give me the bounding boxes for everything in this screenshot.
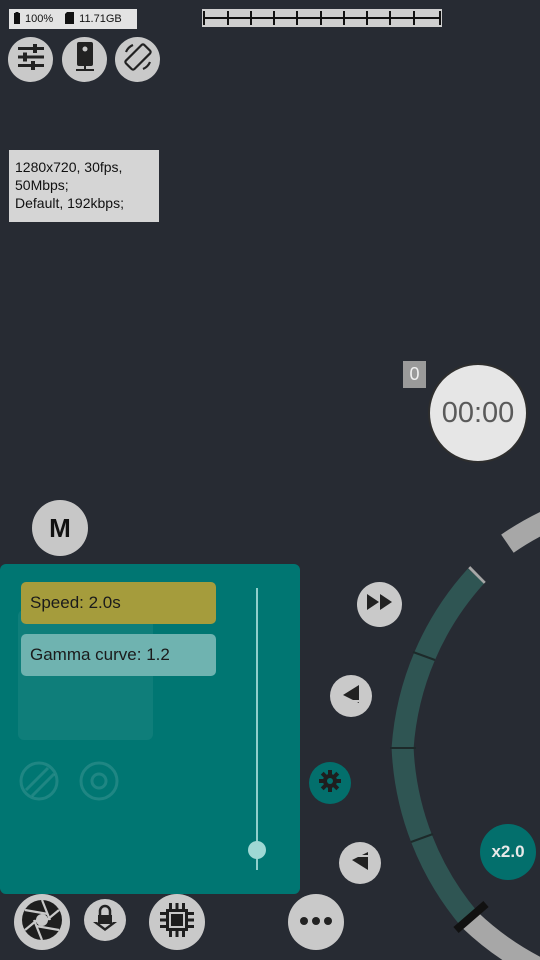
lock-download-icon: [91, 904, 119, 937]
fast-forward-button[interactable]: [357, 582, 402, 627]
gear-icon: [319, 769, 341, 797]
panel-slider-thumb[interactable]: [248, 841, 266, 859]
triangle-up-icon: [339, 683, 363, 710]
triangle-down-icon: [348, 850, 372, 877]
step-down-button[interactable]: [339, 842, 381, 884]
gamma-curve-chip[interactable]: Gamma curve: 1.2: [21, 634, 216, 676]
dial-settings-button[interactable]: [309, 762, 351, 804]
aperture-icon: [20, 898, 64, 947]
panel-slider-track[interactable]: [256, 588, 258, 870]
chip-icon: [158, 901, 196, 944]
shutter-button[interactable]: [14, 894, 70, 950]
speed-chip[interactable]: Speed: 2.0s: [21, 582, 216, 624]
ghost-stripes-icon: [18, 760, 60, 807]
zoom-level-button[interactable]: x2.0: [480, 824, 536, 880]
lock-screen-button[interactable]: [84, 899, 126, 941]
step-up-button[interactable]: [330, 675, 372, 717]
fast-forward-icon: [366, 593, 394, 616]
manual-mode-button[interactable]: M: [32, 500, 88, 556]
more-options-button[interactable]: [288, 894, 344, 950]
more-dots-icon: [299, 913, 333, 931]
processor-button[interactable]: [149, 894, 205, 950]
ghost-circle-icon: [78, 760, 120, 807]
